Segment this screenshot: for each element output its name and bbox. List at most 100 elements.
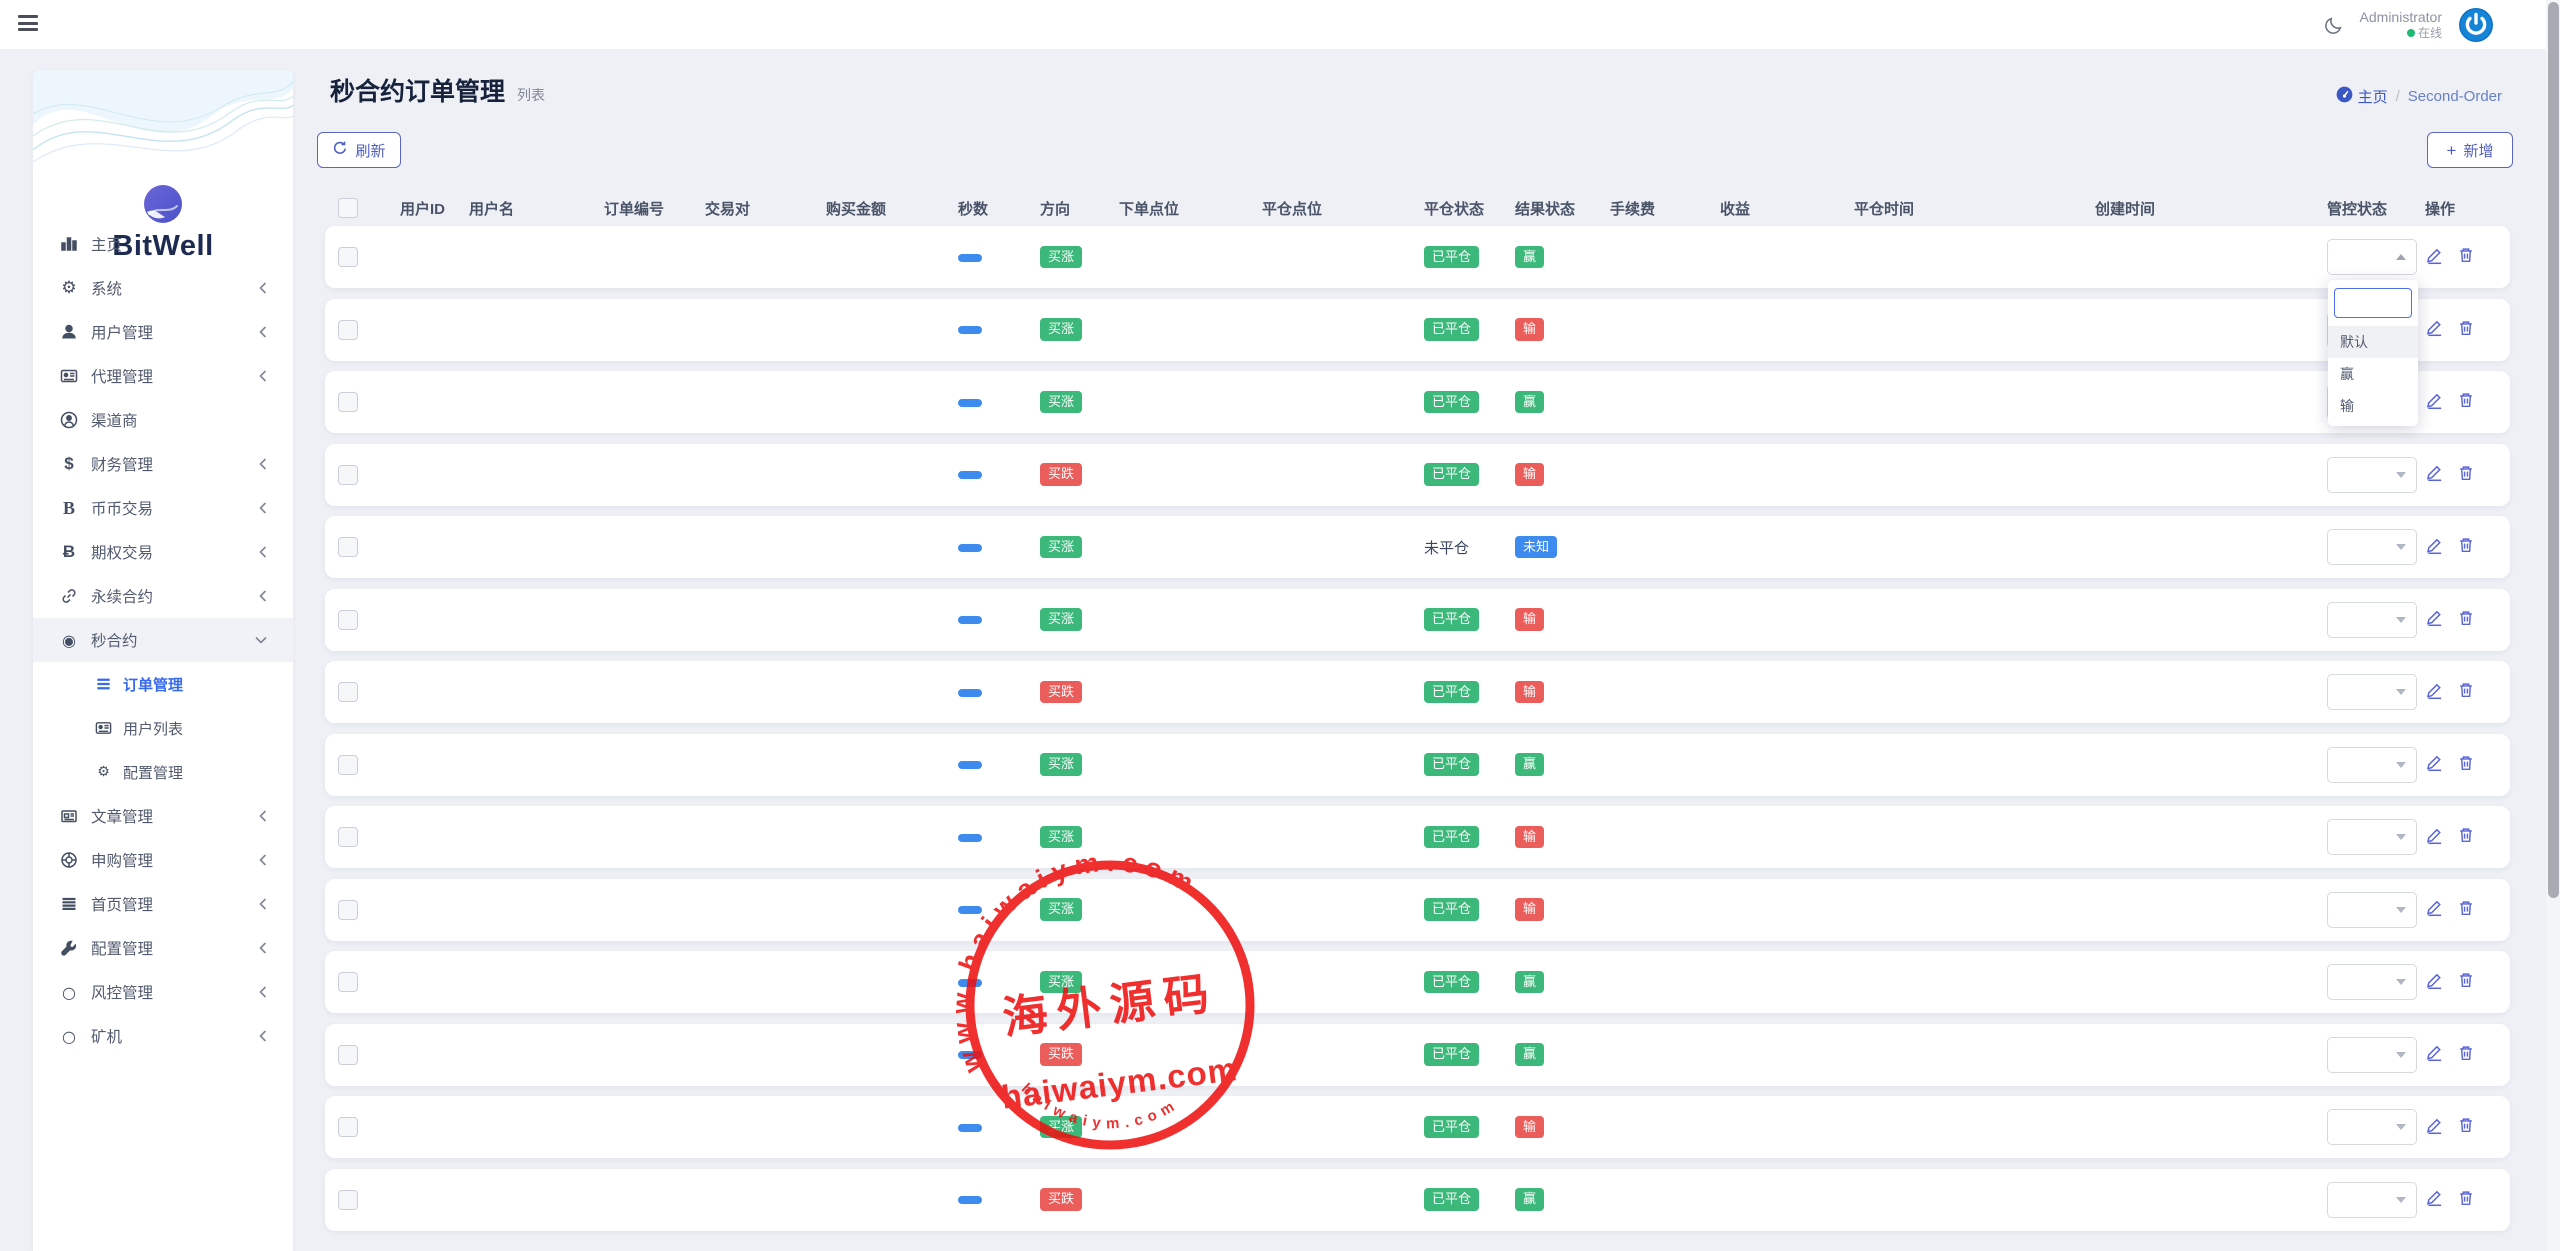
row-checkbox[interactable] <box>338 1045 358 1065</box>
sidebar-item-order-management[interactable]: 订单管理 <box>33 662 293 706</box>
control-status-select[interactable] <box>2327 1109 2417 1145</box>
sidebar-item-risk-management[interactable]: ○风控管理 <box>33 970 293 1014</box>
dropdown-option[interactable]: 默认 <box>2328 326 2418 358</box>
sidebar-item-options-trade[interactable]: Ƀ期权交易 <box>33 530 293 574</box>
delete-button[interactable] <box>2457 754 2475 776</box>
edit-button[interactable] <box>2425 826 2444 849</box>
refresh-button[interactable]: 刷新 <box>317 132 401 168</box>
sidebar-item-config-management-2[interactable]: 配置管理 <box>33 926 293 970</box>
edit-button[interactable] <box>2425 753 2444 776</box>
theme-moon-icon[interactable] <box>2323 15 2344 36</box>
news-icon <box>59 806 79 826</box>
dropdown-option[interactable]: 赢 <box>2328 358 2418 390</box>
row-checkbox[interactable] <box>338 972 358 992</box>
delete-button[interactable] <box>2457 391 2475 413</box>
delete-button[interactable] <box>2457 536 2475 558</box>
edit-button[interactable] <box>2425 1188 2444 1211</box>
control-status-select[interactable] <box>2327 1182 2417 1218</box>
row-checkbox[interactable] <box>338 537 358 557</box>
control-status-select[interactable] <box>2327 1037 2417 1073</box>
control-status-select[interactable] <box>2327 674 2417 710</box>
seconds-badge <box>958 979 982 987</box>
scrollbar-thumb[interactable] <box>2548 2 2559 898</box>
edit-button[interactable] <box>2425 318 2444 341</box>
gear-solid-icon: ⚙ <box>95 764 112 781</box>
delete-button[interactable] <box>2457 246 2475 268</box>
delete-button[interactable] <box>2457 1044 2475 1066</box>
delete-button[interactable] <box>2457 319 2475 341</box>
hamburger-menu-icon[interactable] <box>18 15 38 33</box>
select-all-checkbox[interactable] <box>338 198 358 218</box>
add-button[interactable]: + 新增 <box>2427 132 2513 168</box>
sidebar-item-user-list[interactable]: 用户列表 <box>33 706 293 750</box>
delete-button[interactable] <box>2457 464 2475 486</box>
row-checkbox[interactable] <box>338 465 358 485</box>
sidebar-item-config-management[interactable]: ⚙配置管理 <box>33 750 293 794</box>
control-status-select[interactable]: 默认赢输 <box>2327 239 2417 275</box>
edit-button[interactable] <box>2425 246 2444 269</box>
control-status-select[interactable] <box>2327 892 2417 928</box>
control-status-select[interactable] <box>2327 819 2417 855</box>
row-checkbox[interactable] <box>338 610 358 630</box>
edit-button[interactable] <box>2425 681 2444 704</box>
table-row: 买涨已平仓赢 <box>325 734 2510 796</box>
delete-button[interactable] <box>2457 826 2475 848</box>
table-row: 买涨已平仓输 <box>325 1096 2510 1158</box>
edit-pencil-icon <box>2425 826 2444 849</box>
scrollbar-track[interactable] <box>2546 0 2560 1251</box>
sidebar-item-channel[interactable]: 渠道商 <box>33 398 293 442</box>
edit-button[interactable] <box>2425 1043 2444 1066</box>
edit-button[interactable] <box>2425 971 2444 994</box>
row-checkbox[interactable] <box>338 682 358 702</box>
edit-button[interactable] <box>2425 463 2444 486</box>
sidebar-item-home[interactable]: 主页 <box>33 222 293 266</box>
breadcrumb-home-link[interactable]: 主页 <box>2336 86 2388 107</box>
row-checkbox[interactable] <box>338 827 358 847</box>
sidebar-item-subscribe-management[interactable]: 申购管理 <box>33 838 293 882</box>
edit-button[interactable] <box>2425 1116 2444 1139</box>
dropdown-option[interactable]: 输 <box>2328 390 2418 422</box>
sidebar-item-user-management[interactable]: 用户管理 <box>33 310 293 354</box>
delete-button[interactable] <box>2457 1189 2475 1211</box>
chevron-left-icon <box>259 942 267 954</box>
sidebar-item-perpetual[interactable]: 永续合约 <box>33 574 293 618</box>
sidebar-item-homepage-management[interactable]: 首页管理 <box>33 882 293 926</box>
row-checkbox[interactable] <box>338 392 358 412</box>
control-status-select[interactable] <box>2327 747 2417 783</box>
row-checkbox[interactable] <box>338 1117 358 1137</box>
sidebar-item-finance[interactable]: $财务管理 <box>33 442 293 486</box>
row-checkbox[interactable] <box>338 320 358 340</box>
control-status-select[interactable] <box>2327 529 2417 565</box>
edit-button[interactable] <box>2425 608 2444 631</box>
delete-button[interactable] <box>2457 971 2475 993</box>
row-checkbox[interactable] <box>338 900 358 920</box>
edit-button[interactable] <box>2425 898 2444 921</box>
sidebar-item-system[interactable]: ⚙系统 <box>33 266 293 310</box>
row-checkbox[interactable] <box>338 247 358 267</box>
sidebar-item-agent-management[interactable]: 代理管理 <box>33 354 293 398</box>
direction-badge: 买涨 <box>1040 1116 1082 1139</box>
delete-button[interactable] <box>2457 899 2475 921</box>
row-checkbox[interactable] <box>338 755 358 775</box>
delete-button[interactable] <box>2457 1116 2475 1138</box>
seconds-badge <box>958 326 982 334</box>
direction-badge: 买涨 <box>1040 608 1082 631</box>
control-status-select[interactable] <box>2327 457 2417 493</box>
sidebar-item-spot-trade[interactable]: B币币交易 <box>33 486 293 530</box>
avatar[interactable] <box>2458 7 2494 43</box>
edit-button[interactable] <box>2425 391 2444 414</box>
sidebar-item-miner[interactable]: ○矿机 <box>33 1014 293 1058</box>
dropdown-search-input[interactable] <box>2334 288 2412 318</box>
control-status-select[interactable] <box>2327 602 2417 638</box>
table-row: 买涨已平仓赢 <box>325 371 2510 433</box>
chevron-left-icon <box>259 986 267 998</box>
edit-button[interactable] <box>2425 536 2444 559</box>
sidebar-item-second-contract[interactable]: ◉秒合约 <box>33 618 293 662</box>
delete-button[interactable] <box>2457 609 2475 631</box>
result-badge: 赢 <box>1515 246 1544 269</box>
control-status-select[interactable] <box>2327 964 2417 1000</box>
trash-icon <box>2457 826 2475 848</box>
delete-button[interactable] <box>2457 681 2475 703</box>
sidebar-item-article-management[interactable]: 文章管理 <box>33 794 293 838</box>
row-checkbox[interactable] <box>338 1190 358 1210</box>
